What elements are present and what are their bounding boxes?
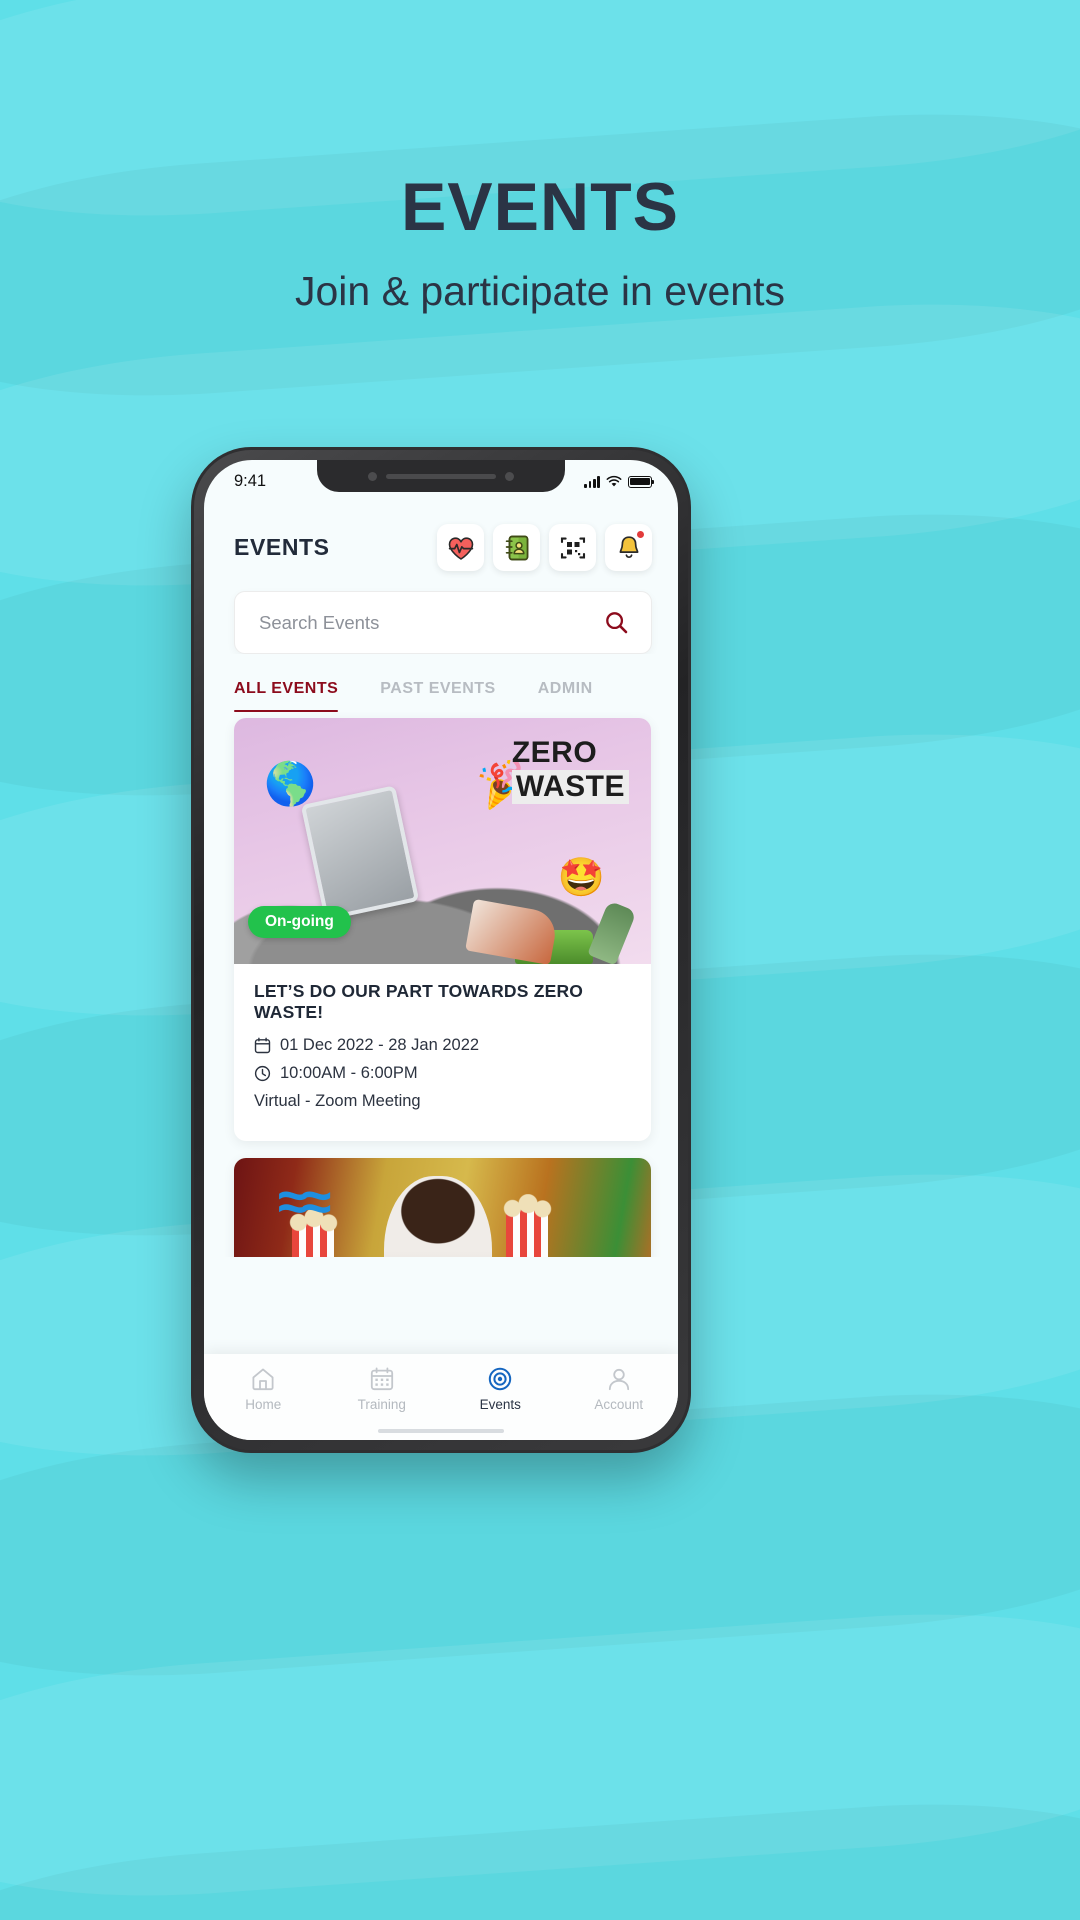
event-title: LET’S DO OUR PART TOWARDS ZERO WASTE! (254, 981, 584, 1022)
nav-item-training[interactable]: Training (323, 1366, 442, 1412)
bottom-navigation: Home Training Events Account (204, 1354, 678, 1440)
heartbeat-button[interactable] (437, 524, 484, 571)
qr-scan-button[interactable] (549, 524, 596, 571)
event-date-row: 01 Dec 2022 - 28 Jan 2022 (254, 1036, 631, 1055)
calendar-icon (254, 1037, 271, 1054)
status-indicators (584, 475, 655, 488)
promo-background: EVENTS Join & participate in events 9:41 (0, 0, 1080, 1920)
nav-label-events: Events (479, 1397, 521, 1412)
wave-decoration (0, 94, 1080, 417)
promo-title: EVENTS (400, 169, 680, 245)
event-banner-image: 🌎 🎉 🤩 ZERO WASTE On-going (234, 718, 651, 964)
phone-screen: 9:41 EVENTS Search Events ALL EVENTS PAS… (204, 460, 678, 1440)
event-card[interactable]: 🌎 🎉 🤩 ZERO WASTE On-going LET’S DO OUR P… (234, 718, 651, 1141)
header-actions (437, 524, 652, 571)
nav-label-training: Training (357, 1397, 406, 1412)
banner-line-2: WASTE (511, 769, 629, 804)
event-time-row: 10:00AM - 6:00PM (254, 1064, 631, 1083)
person-photo-graphic (384, 1176, 492, 1257)
tab-admin[interactable]: ADMIN (538, 670, 593, 712)
calendar-training-icon (370, 1367, 393, 1391)
status-bar: 9:41 (204, 460, 678, 502)
status-badge: On-going (248, 906, 351, 938)
notification-badge-dot (636, 530, 645, 539)
globe-icon: 🌎 (264, 760, 317, 807)
wave-decoration (0, 1784, 1080, 1920)
heartbeat-icon (448, 536, 473, 560)
event-time: 10:00AM - 6:00PM (280, 1064, 418, 1082)
app-header: EVENTS (204, 502, 678, 581)
nav-label-account: Account (594, 1397, 644, 1412)
event-date: 01 Dec 2022 - 28 Jan 2022 (280, 1036, 480, 1054)
cellular-signal-icon (584, 475, 600, 488)
tab-all-events[interactable]: ALL EVENTS (234, 670, 339, 712)
qr-code-icon (560, 537, 585, 558)
tab-past-events[interactable]: PAST EVENTS (380, 670, 495, 712)
search-section: Search Events (204, 581, 678, 654)
home-icon (252, 1368, 274, 1391)
home-indicator (378, 1429, 504, 1433)
notifications-button[interactable] (605, 524, 652, 571)
wifi-icon (606, 475, 622, 486)
nav-item-events[interactable]: Events (441, 1366, 560, 1412)
event-banner-image: ≈≈ ≈≈ (234, 1158, 651, 1257)
contacts-button[interactable] (493, 524, 540, 571)
banner-line-1: ZERO (511, 736, 598, 769)
star-struck-icon: 🤩 (557, 857, 605, 899)
target-icon (489, 1367, 512, 1391)
nav-item-account[interactable]: Account (560, 1366, 679, 1412)
search-input[interactable]: Search Events (234, 591, 652, 654)
event-card[interactable]: ≈≈ ≈≈ (234, 1158, 651, 1257)
promo-subtitle: Join & participate in events (295, 268, 785, 314)
nav-item-home[interactable]: Home (204, 1366, 323, 1412)
nav-label-home: Home (245, 1397, 282, 1412)
page-title: EVENTS (234, 534, 330, 560)
banner-headline: ZERO WASTE (511, 736, 629, 804)
event-location: Virtual - Zoom Meeting (254, 1092, 421, 1110)
events-feed[interactable]: 🌎 🎉 🤩 ZERO WASTE On-going LET’S DO OUR P… (204, 712, 678, 1257)
popcorn-graphic (501, 1194, 553, 1257)
event-tabs: ALL EVENTS PAST EVENTS ADMIN (204, 654, 678, 712)
clock-icon (254, 1065, 271, 1082)
person-icon (608, 1368, 629, 1391)
wave-decoration (0, 1593, 1080, 1917)
battery-full-icon (628, 475, 655, 488)
event-card-body: LET’S DO OUR PART TOWARDS ZERO WASTE! 01… (234, 964, 651, 1141)
zigzag-decoration: ≈≈ (278, 1172, 331, 1232)
phone-mockup: 9:41 EVENTS Search Events ALL EVENTS PAS… (191, 447, 691, 1453)
event-location-row: Virtual - Zoom Meeting (254, 1092, 631, 1111)
status-clock: 9:41 (234, 471, 267, 490)
address-book-icon (505, 535, 528, 560)
search-icon[interactable] (604, 610, 629, 635)
search-placeholder: Search Events (259, 611, 380, 633)
